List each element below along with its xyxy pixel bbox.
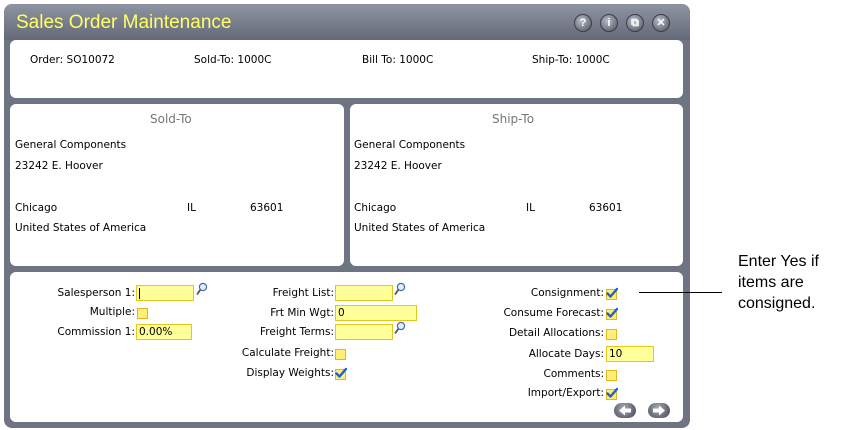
sold-to-zip: 63601 bbox=[250, 202, 284, 214]
ship-to-street: 23242 E. Hoover bbox=[354, 160, 442, 172]
detail-allocations-label: Detail Allocations: bbox=[508, 327, 604, 339]
checkmark-icon bbox=[606, 287, 618, 298]
commission-input[interactable]: 0.00% bbox=[136, 324, 192, 340]
ship-to-zip: 63601 bbox=[589, 202, 623, 214]
title-bar: Sales Order Maintenance ? i ⧉ ✕ bbox=[4, 4, 690, 40]
ship-to-city: Chicago bbox=[354, 202, 397, 214]
freight-terms-lookup-icon[interactable] bbox=[394, 321, 406, 335]
salesperson-lookup-icon[interactable] bbox=[196, 282, 208, 296]
callout-leader-line bbox=[639, 292, 722, 293]
sales-order-window: Sales Order Maintenance ? i ⧉ ✕ Order: S… bbox=[4, 4, 690, 428]
ship-to-country: United States of America bbox=[354, 222, 486, 234]
multiple-checkbox[interactable] bbox=[137, 308, 148, 319]
sold-to-city: Chicago bbox=[15, 202, 58, 214]
multiple-label: Multiple: bbox=[89, 306, 135, 318]
close-button[interactable]: ✕ bbox=[652, 14, 670, 32]
checkmark-icon bbox=[606, 387, 618, 398]
sold-to-name: General Components bbox=[15, 139, 127, 151]
display-weights-checkbox[interactable] bbox=[335, 367, 347, 380]
allocate-days-label: Allocate Days: bbox=[528, 348, 604, 360]
previous-button[interactable] bbox=[614, 403, 636, 418]
freight-terms-label: Freight Terms: bbox=[260, 326, 334, 338]
consume-forecast-label: Consume Forecast: bbox=[503, 307, 604, 319]
order-header-panel: Order: SO10072 Sold-To: 1000C Bill To: 1… bbox=[10, 40, 683, 98]
ship-to-state: IL bbox=[526, 202, 535, 214]
ship-to-heading: Ship-To bbox=[492, 112, 535, 126]
ship-to-panel: Ship-To General Components 23242 E. Hoov… bbox=[350, 104, 683, 266]
callout-note: Enter Yes if items are consigned. bbox=[738, 253, 819, 312]
import-export-checkbox[interactable] bbox=[606, 387, 618, 400]
consume-forecast-checkbox[interactable] bbox=[606, 307, 618, 320]
sold-to-panel: Sold-To General Components 23242 E. Hoov… bbox=[10, 104, 344, 266]
checkmark-icon bbox=[606, 307, 618, 318]
comments-label: Comments: bbox=[543, 368, 604, 380]
allocate-days-input[interactable]: 10 bbox=[606, 346, 654, 362]
consignment-label: Consignment: bbox=[530, 287, 604, 299]
calculate-freight-checkbox[interactable] bbox=[335, 349, 346, 360]
freight-list-input[interactable] bbox=[335, 285, 393, 301]
freight-list-lookup-icon[interactable] bbox=[394, 282, 406, 296]
freight-list-label: Freight List: bbox=[272, 287, 334, 299]
ship-to-name: General Components bbox=[354, 139, 466, 151]
freight-terms-input[interactable] bbox=[335, 324, 393, 340]
sold-to-street: 23242 E. Hoover bbox=[15, 160, 103, 172]
header-ship-to: Ship-To: 1000C bbox=[532, 54, 610, 66]
arrow-left-icon bbox=[619, 405, 631, 416]
header-sold-to: Sold-To: 1000C bbox=[194, 54, 272, 66]
checkmark-icon bbox=[335, 367, 347, 378]
comments-checkbox[interactable] bbox=[606, 370, 617, 381]
frt-min-wgt-input[interactable]: 0 bbox=[335, 305, 417, 321]
info-button[interactable]: i bbox=[600, 14, 618, 32]
consignment-checkbox[interactable] bbox=[606, 287, 618, 300]
frt-min-wgt-label: Frt Min Wgt: bbox=[270, 307, 334, 319]
import-export-label: Import/Export: bbox=[527, 387, 604, 399]
commission-label: Commission 1: bbox=[57, 326, 135, 338]
header-bill-to: Bill To: 1000C bbox=[362, 54, 434, 66]
salesperson-label: Salesperson 1: bbox=[57, 287, 136, 299]
sold-to-heading: Sold-To bbox=[150, 112, 192, 126]
window-title: Sales Order Maintenance bbox=[16, 12, 232, 33]
help-button[interactable]: ? bbox=[574, 14, 592, 32]
order-number: Order: SO10072 bbox=[30, 54, 115, 66]
order-options-panel: Salesperson 1: Multiple: Commission 1: 0… bbox=[10, 272, 683, 422]
calculate-freight-label: Calculate Freight: bbox=[241, 347, 334, 359]
sold-to-country: United States of America bbox=[15, 222, 147, 234]
arrow-right-icon bbox=[653, 405, 665, 416]
sold-to-state: IL bbox=[187, 202, 196, 214]
next-button[interactable] bbox=[648, 403, 670, 418]
salesperson-input[interactable] bbox=[136, 285, 194, 301]
display-weights-label: Display Weights: bbox=[246, 367, 334, 379]
detail-allocations-checkbox[interactable] bbox=[606, 329, 617, 340]
restore-button[interactable]: ⧉ bbox=[626, 14, 644, 32]
